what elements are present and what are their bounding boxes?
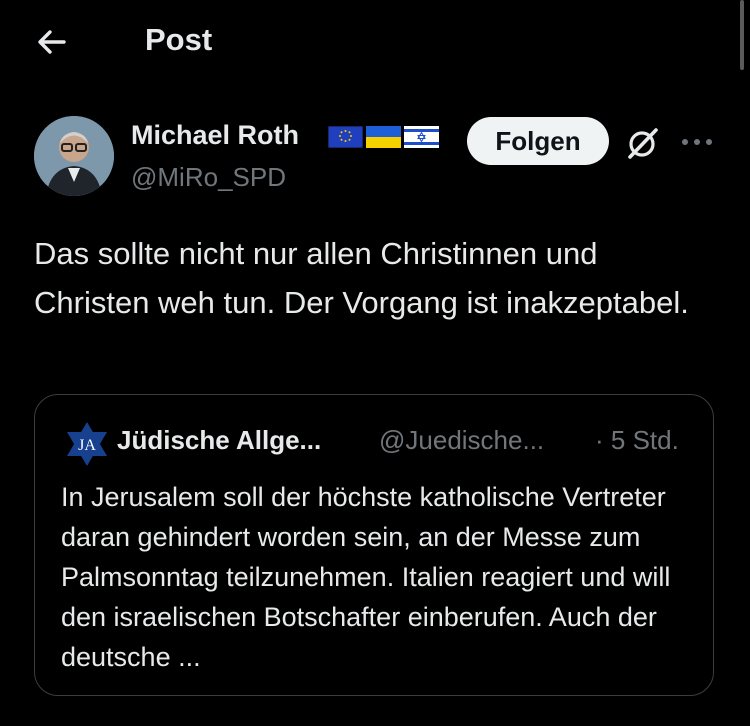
header: Post xyxy=(0,0,750,84)
quote-timestamp[interactable]: · 5 Std. xyxy=(595,425,679,456)
arrow-left-icon[interactable] xyxy=(34,24,70,60)
quote-text: In Jerusalem soll der höchste katholisch… xyxy=(61,482,671,672)
star-of-david-icon: JA xyxy=(63,420,111,468)
author-flags xyxy=(328,126,439,148)
post-text: Das sollte nicht nur allen Christinnen u… xyxy=(34,236,689,320)
avatar[interactable] xyxy=(34,116,114,196)
israel-flag-icon xyxy=(404,126,439,148)
author-handle[interactable]: @MiRo_SPD xyxy=(131,162,286,193)
quote-logo-text: JA xyxy=(78,437,96,454)
author-name[interactable]: Michael Roth xyxy=(131,120,299,151)
quoted-post[interactable]: JA Jüdische Allge... @Juedische... · 5 S… xyxy=(34,394,714,696)
follow-button[interactable]: Folgen xyxy=(467,117,609,165)
ukraine-flag-icon xyxy=(366,126,401,148)
eu-flag-icon xyxy=(328,126,363,148)
quote-author-handle[interactable]: @Juedische... xyxy=(379,425,544,456)
more-icon[interactable] xyxy=(677,128,717,156)
grok-icon[interactable] xyxy=(624,124,662,162)
quote-author-name[interactable]: Jüdische Allge... xyxy=(117,425,321,456)
page-title: Post xyxy=(145,22,213,57)
